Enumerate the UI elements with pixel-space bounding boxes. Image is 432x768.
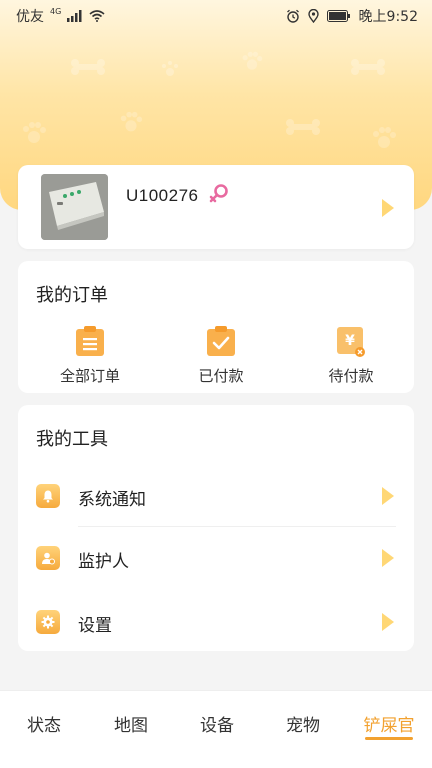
bone-decoration-icon [286, 119, 320, 135]
order-all-label: 全部订单 [59, 367, 120, 385]
chevron-right-icon[interactable] [382, 613, 394, 631]
active-tab-indicator [365, 737, 413, 740]
bone-decoration-icon [351, 59, 385, 75]
clipboard-list-icon [76, 326, 104, 356]
svg-text:¥: ¥ [345, 333, 355, 349]
tab-map[interactable]: 地图 [96, 711, 166, 736]
yen-pending-icon: ¥ [337, 327, 365, 357]
tools-title: 我的工具 [36, 429, 108, 450]
profile-card[interactable]: U100276 [18, 165, 414, 249]
carrier-label: 优友 [16, 9, 44, 25]
tools-card: 我的工具 系统通知 监护人 设置 [18, 405, 414, 651]
tab-status[interactable]: 状态 [9, 711, 79, 736]
female-icon [209, 184, 228, 203]
tab-pet[interactable]: 宠物 [268, 711, 338, 736]
paw-decoration-icon [373, 127, 396, 148]
order-all-button[interactable]: 全部订单 [35, 325, 145, 386]
clock: 晚上9:52 [358, 9, 418, 25]
bell-icon [36, 484, 60, 508]
location-icon [307, 9, 319, 23]
bone-decoration-icon [71, 59, 105, 75]
paw-decoration-icon [120, 111, 143, 132]
alarm-icon [286, 9, 299, 23]
avatar[interactable] [41, 174, 108, 240]
divider [78, 526, 396, 527]
tool-label-settings: 设置 [78, 616, 112, 636]
bottom-nav: 状态 地图 设备 宠物 铲屎官 [0, 690, 432, 768]
orders-card: 我的订单 全部订单 已付款 ¥ 待付款 [18, 261, 414, 393]
network-type: 4G [50, 6, 62, 16]
gear-icon [36, 610, 60, 634]
paw-decoration-icon [242, 51, 263, 70]
tool-row-notifications[interactable]: 系统通知 [18, 471, 414, 521]
battery-icon [326, 10, 350, 22]
status-bar: 优友 4G 晚上9:52 [0, 0, 432, 32]
wifi-icon [89, 10, 105, 22]
order-paid-button[interactable]: 已付款 [166, 325, 276, 386]
paw-decoration-icon [23, 122, 46, 143]
clipboard-check-icon [207, 326, 235, 356]
status-right: 晚上9:52 [286, 6, 418, 26]
chevron-right-icon[interactable] [382, 487, 394, 505]
guardian-icon [36, 546, 60, 570]
status-left: 优友 4G [16, 6, 105, 26]
signal-icon [67, 10, 82, 22]
order-paid-label: 已付款 [198, 367, 244, 385]
order-pending-label: 待付款 [328, 367, 374, 385]
paw-decoration-icon [162, 61, 178, 76]
chevron-right-icon[interactable] [382, 199, 394, 217]
orders-title: 我的订单 [36, 285, 108, 306]
chevron-right-icon[interactable] [382, 549, 394, 567]
tab-owner[interactable]: 铲屎官 [354, 711, 424, 736]
device-photo [41, 174, 108, 240]
user-id: U100276 [126, 186, 199, 205]
tab-device[interactable]: 设备 [182, 711, 252, 736]
tool-label-notifications: 系统通知 [78, 490, 146, 510]
order-pending-button[interactable]: ¥ 待付款 [296, 325, 406, 386]
tool-row-guardian[interactable]: 监护人 [18, 533, 414, 583]
tool-row-settings[interactable]: 设置 [18, 597, 414, 647]
tool-label-guardian: 监护人 [78, 552, 129, 572]
